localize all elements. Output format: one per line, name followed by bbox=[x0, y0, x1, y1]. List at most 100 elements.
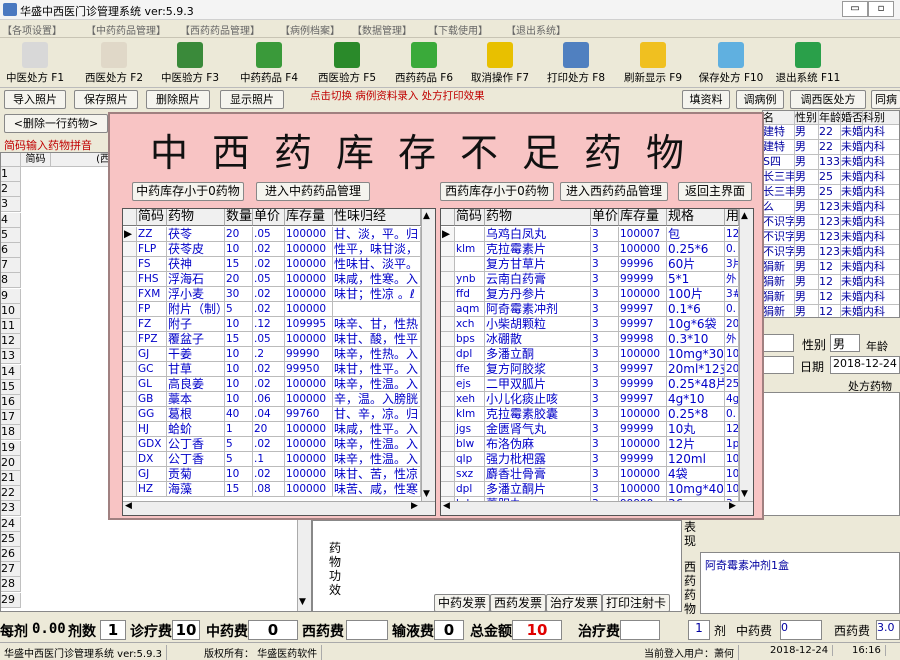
scroll-down-icon[interactable]: ▼ bbox=[741, 489, 748, 499]
patient-cell[interactable]: 123 bbox=[819, 215, 841, 230]
patient-cell[interactable]: 男 bbox=[795, 125, 819, 140]
table-row[interactable]: bps 冰硼散 3 99998 0.3*10 外 bbox=[441, 332, 741, 347]
patient-cell[interactable]: 男 bbox=[795, 290, 819, 305]
toolbar-button[interactable]: 取消操作 F7 bbox=[464, 38, 536, 88]
table-row[interactable]: GL 高良姜 10.02 100000 味辛，性温。入 bbox=[123, 377, 423, 392]
patient-cell[interactable]: 不识字 bbox=[763, 230, 795, 245]
table-row[interactable]: ynb 云南白药膏 3 99999 5*1 外 bbox=[441, 272, 741, 287]
patient-cell[interactable]: 133 bbox=[819, 155, 841, 170]
west-rx-textbox[interactable]: 阿奇霉素冲剂1盒 bbox=[700, 552, 900, 614]
toolbar-button[interactable]: 西医处方 F2 bbox=[78, 38, 150, 88]
table-row[interactable]: sxz 麝香壮骨膏 3 100000 4袋 10 bbox=[441, 467, 741, 482]
table-row[interactable]: qlp 强力枇杷露 3 99999 120ml 10 bbox=[441, 452, 741, 467]
table-row[interactable]: klm 克拉霉素胶囊 3 100000 0.25*8 0. bbox=[441, 407, 741, 422]
patient-cell[interactable]: 建特 bbox=[763, 125, 795, 140]
fee-field[interactable]: 10 bbox=[172, 620, 200, 640]
patient-cell[interactable]: 未婚 bbox=[841, 170, 863, 185]
patient-cell[interactable]: 未婚 bbox=[841, 185, 863, 200]
patient-cell[interactable]: 长三丰 bbox=[763, 170, 795, 185]
patient-cell[interactable]: 男 bbox=[795, 140, 819, 155]
patient-cell[interactable]: 男 bbox=[795, 185, 819, 200]
patient-cell[interactable]: 未婚 bbox=[841, 260, 863, 275]
patient-cell[interactable]: 狷新 bbox=[763, 260, 795, 275]
show-photo-button[interactable]: 显示照片 bbox=[220, 90, 284, 109]
back-main-button[interactable]: 返回主界面 bbox=[678, 182, 752, 201]
table-row[interactable]: dpl多潘立酮片310000010mg*40片10 bbox=[441, 482, 741, 497]
minimize-button[interactable]: ▭ bbox=[842, 1, 868, 17]
patient-cell[interactable]: 12 bbox=[819, 305, 841, 317]
patient-cell[interactable]: 内科 bbox=[863, 125, 899, 140]
patient-cell[interactable]: 狷新 bbox=[763, 275, 795, 290]
menu-item[interactable]: 【退出系统】 bbox=[506, 22, 566, 37]
patient-cell[interactable]: 狷新 bbox=[763, 290, 795, 305]
cn-fee2-field[interactable]: 0 bbox=[780, 620, 822, 640]
patient-cell[interactable]: 123 bbox=[819, 230, 841, 245]
scroll-right-icon[interactable]: ▶ bbox=[729, 501, 736, 511]
patient-cell[interactable]: 12 bbox=[819, 260, 841, 275]
patient-cell[interactable]: 未婚 bbox=[841, 245, 863, 260]
sex-field[interactable]: 男 bbox=[830, 334, 860, 352]
patient-cell[interactable]: 未婚 bbox=[841, 155, 863, 170]
table-row[interactable]: ▶ ZZ 茯苓 20.05 100000 甘、淡，平。归 bbox=[123, 227, 423, 242]
cn-fee-field[interactable]: 0 bbox=[248, 620, 298, 640]
menu-item[interactable]: 【西药药品管理】 bbox=[180, 22, 260, 37]
patient-cell[interactable]: 内科 bbox=[863, 290, 899, 305]
table-row[interactable]: aqm 阿奇霉素冲剂 3 99997 0.1*6 0. bbox=[441, 302, 741, 317]
toolbar-button[interactable]: 西医验方 F5 bbox=[310, 38, 384, 88]
west-fee2-field[interactable]: 3.0 bbox=[876, 620, 900, 640]
invoice-tab[interactable]: 打印注射卡 bbox=[602, 594, 670, 612]
table-row[interactable]: FXM 浮小麦 30.02 100000 味甘；性凉 。ℓ bbox=[123, 287, 423, 302]
toolbar-button[interactable]: 退出系统 F11 bbox=[770, 38, 846, 88]
invoice-tab[interactable]: 西药发票 bbox=[490, 594, 546, 612]
patient-cell[interactable]: 狷新 bbox=[763, 305, 795, 317]
treat-field[interactable] bbox=[620, 620, 660, 640]
west-fee-field[interactable] bbox=[346, 620, 388, 640]
name-field[interactable] bbox=[762, 334, 794, 352]
menu-item[interactable]: 【下载使用】 bbox=[428, 22, 488, 37]
table-row[interactable]: ffe复方阿胶浆39999720ml*12支20 bbox=[441, 362, 741, 377]
menu-item[interactable]: 【中药药品管理】 bbox=[86, 22, 166, 37]
table-row[interactable]: xeh 小儿化痰止咳 3 99997 4g*10 4g bbox=[441, 392, 741, 407]
patient-cell[interactable]: 未婚 bbox=[841, 305, 863, 317]
patient-cell[interactable]: 男 bbox=[795, 230, 819, 245]
browse-case-button[interactable]: 调病例 bbox=[736, 90, 784, 109]
patient-cell[interactable]: 建特 bbox=[763, 140, 795, 155]
patient-cell[interactable]: 男 bbox=[795, 215, 819, 230]
toolbar-button[interactable]: 西药药品 F6 bbox=[388, 38, 460, 88]
patient-cell[interactable]: 内科 bbox=[863, 200, 899, 215]
doses2-field[interactable]: 1 bbox=[688, 620, 710, 640]
patient-cell[interactable]: 内科 bbox=[863, 155, 899, 170]
infusion-field[interactable]: 0 bbox=[434, 620, 464, 640]
table-vscroll[interactable] bbox=[421, 209, 435, 501]
patient-cell[interactable]: 123 bbox=[819, 200, 841, 215]
patient-cell[interactable]: 25 bbox=[819, 185, 841, 200]
patient-cell[interactable]: 男 bbox=[795, 155, 819, 170]
table-hscroll[interactable] bbox=[441, 501, 753, 515]
table-row[interactable]: blw 布洛伪麻 3 100000 12片 1p bbox=[441, 437, 741, 452]
scroll-down-icon[interactable]: ▼ bbox=[423, 489, 430, 499]
invoice-tab[interactable]: 治疗发票 bbox=[546, 594, 602, 612]
toolbar-button[interactable]: 中药药品 F4 bbox=[232, 38, 306, 88]
patient-cell[interactable]: 内科 bbox=[863, 215, 899, 230]
table-row[interactable]: klm 克拉霉素片 3 100000 0.25*6 0. bbox=[441, 242, 741, 257]
table-row[interactable]: GC 甘草 10.02 99950 味甘，性平。入 bbox=[123, 362, 423, 377]
scroll-up-icon[interactable]: ▲ bbox=[423, 211, 430, 221]
fill-data-button[interactable]: 填资料 bbox=[682, 90, 730, 109]
menu-item[interactable]: 【病例档案】 bbox=[280, 22, 340, 37]
save-photo-button[interactable]: 保存照片 bbox=[74, 90, 138, 109]
patient-cell[interactable]: 不识字 bbox=[763, 215, 795, 230]
patient-cell[interactable]: 22 bbox=[819, 140, 841, 155]
table-row[interactable]: ejs 二甲双胍片 3 99999 0.25*48片 25 bbox=[441, 377, 741, 392]
table-row[interactable]: GJ 贡菊 10.02 100000 味甘、苦，性凉 bbox=[123, 467, 423, 482]
patient-cell[interactable]: 男 bbox=[795, 260, 819, 275]
patient-cell[interactable]: 长三丰 bbox=[763, 185, 795, 200]
patient-cell[interactable]: 未婚 bbox=[841, 215, 863, 230]
table-row[interactable]: dpl 多潘立酮 3 100000 10mg*30 10 bbox=[441, 347, 741, 362]
patient-cell[interactable]: 12 bbox=[819, 275, 841, 290]
table-row[interactable]: FHS 浮海石 20.05 100000 味咸，性寒。入 bbox=[123, 272, 423, 287]
patient-cell[interactable]: 22 bbox=[819, 125, 841, 140]
patient-cell[interactable]: 内科 bbox=[863, 245, 899, 260]
west-low-stock-button[interactable]: 西药库存小于0药物 bbox=[440, 182, 554, 201]
extra-field[interactable] bbox=[762, 356, 794, 374]
patient-cell[interactable]: 内科 bbox=[863, 140, 899, 155]
